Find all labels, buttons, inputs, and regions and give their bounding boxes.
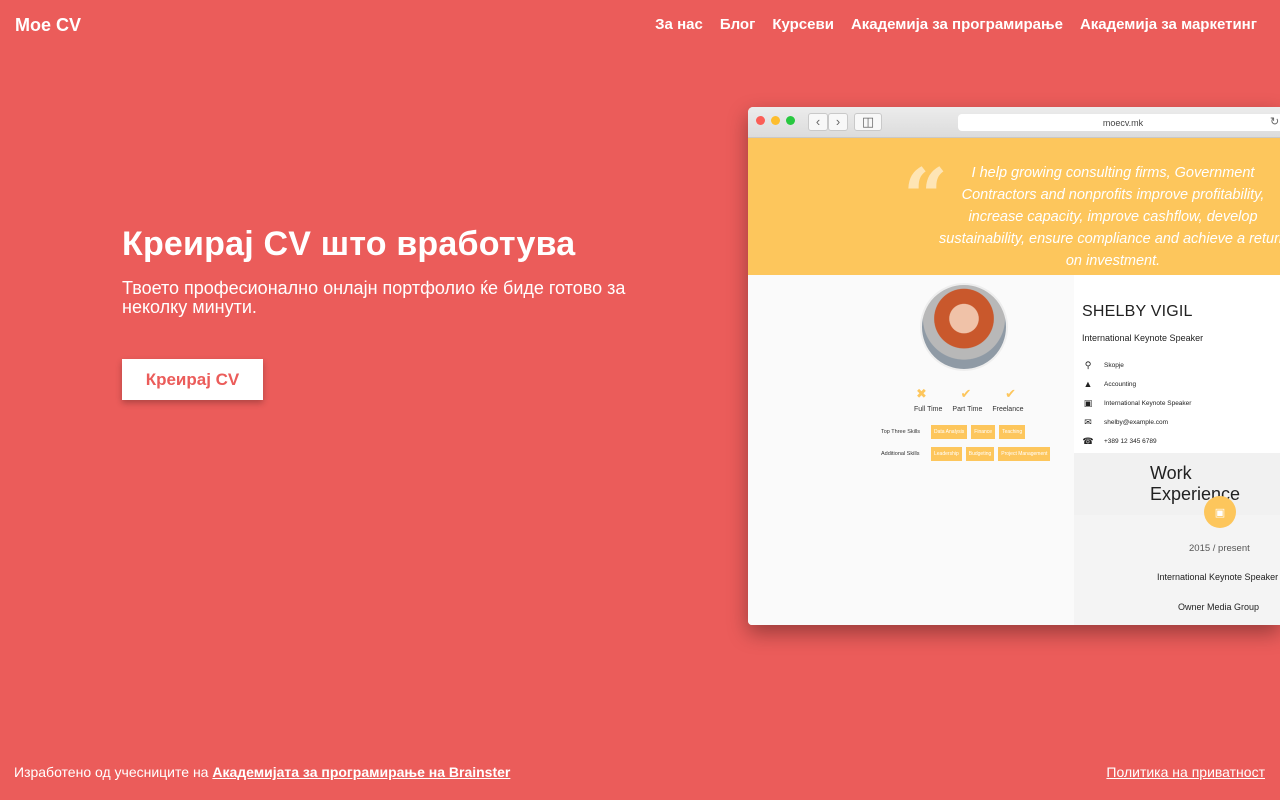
footer-credit-prefix: Изработено од учесниците на — [14, 764, 209, 780]
nav-link-blog[interactable]: Блог — [720, 16, 756, 33]
info-text: shelby@example.com — [1104, 419, 1169, 426]
info-text: Accounting — [1104, 380, 1137, 388]
work-type-label: Part Time — [952, 406, 983, 413]
info-text: Skopje — [1104, 362, 1124, 369]
quote-banner: “ I help growing consulting firms, Gover… — [748, 138, 1280, 275]
details-column: SHELBY VIGIL International Keynote Speak… — [1074, 275, 1280, 625]
top-skills-label: Top Three Skills — [881, 429, 921, 435]
footer-brainster-link[interactable]: Академијата за програмирање на Brainster — [212, 764, 510, 780]
check-icon: ✔ — [1005, 386, 1016, 401]
hero-title: Креирај CV што вработува — [122, 225, 576, 263]
graduation-cap-icon: ▲ — [1083, 379, 1093, 389]
close-dot-icon — [756, 116, 765, 125]
additional-skills-row: Additional Skills Leadership Budgeting P… — [881, 447, 1051, 461]
work-type-icons: ✖ ✔ ✔ — [916, 386, 1016, 402]
envelope-icon: ✉ — [1084, 417, 1092, 427]
info-text: International Keynote Speaker — [1104, 400, 1192, 407]
browser-mockup: ‹ › ◫ moecv.mk ↻ “ I help growing consul… — [748, 107, 1280, 625]
work-type-label: Freelance — [992, 406, 1024, 413]
forward-arrow-icon: › — [828, 113, 848, 131]
privacy-policy-link[interactable]: Политика на приватност — [1106, 764, 1265, 780]
info-row-location: ⚲ Skopje — [1082, 360, 1124, 371]
skill-tag: Budgeting — [965, 447, 995, 461]
work-organization: Owner Media Group — [1178, 602, 1260, 612]
info-row-phone: ☎ +389 12 345 6789 — [1082, 436, 1157, 447]
person-title: International Keynote Speaker — [1082, 333, 1204, 343]
reload-icon: ↻ — [1270, 116, 1280, 128]
sidebar-icon: ◫ — [854, 113, 882, 131]
footer-credit: Изработено од учесниците на Академијата … — [14, 764, 510, 780]
phone-icon: ☎ — [1082, 436, 1094, 446]
maximize-dot-icon — [786, 116, 795, 125]
hero-section: Креирај CV што вработува Твоето професио… — [122, 223, 642, 317]
info-row-email: ✉ shelby@example.com — [1082, 417, 1168, 428]
nav-link-marketing-academy[interactable]: Академија за маркетинг — [1080, 16, 1257, 33]
avatar — [920, 283, 1008, 371]
url-bar: moecv.mk — [958, 114, 1280, 131]
cross-icon: ✖ — [916, 386, 927, 401]
info-row-education: ▲ Accounting — [1082, 379, 1137, 389]
person-name: SHELBY VIGIL — [1082, 303, 1193, 320]
skill-tag: Finance — [971, 425, 996, 439]
work-date: 2015 / present — [1189, 543, 1250, 554]
skill-tag: Project Management — [998, 447, 1051, 461]
minimize-dot-icon — [771, 116, 780, 125]
work-type-label: Full Time — [914, 406, 943, 413]
profile-column: ✖ ✔ ✔ Full Time Part Time Freelance Top … — [748, 275, 1073, 625]
briefcase-icon: ▣ — [1204, 496, 1236, 528]
url-text: moecv.mk — [1102, 117, 1144, 128]
back-arrow-icon: ‹ — [808, 113, 828, 131]
contact-card: SHELBY VIGIL International Keynote Speak… — [1074, 275, 1280, 453]
nav-link-about[interactable]: За нас — [655, 16, 703, 33]
check-icon: ✔ — [960, 386, 972, 401]
hero-subtitle: Твоето професионално онлајн портфолио ќе… — [122, 278, 626, 317]
main-nav: За нас Блог Курсеви Академија за програм… — [655, 16, 1257, 33]
nav-link-courses[interactable]: Курсеви — [772, 16, 834, 33]
create-cv-button[interactable]: Креирај CV — [122, 359, 263, 400]
nav-link-programming-academy[interactable]: Академија за програмирање — [851, 16, 1063, 33]
skill-tag: Teaching — [999, 425, 1026, 439]
info-text: +389 12 345 6789 — [1104, 438, 1157, 445]
quote-text: I help growing consulting firms, Governm… — [939, 165, 1280, 269]
top-skills-row: Top Three Skills Data Analysis Finance T… — [881, 425, 1026, 439]
location-icon: ⚲ — [1084, 360, 1092, 370]
top-navbar: Moe CV За нас Блог Курсеви Академија за … — [0, 0, 1280, 50]
skill-tag: Data Analysis — [931, 425, 968, 439]
work-types: Full Time Part Time Freelance — [914, 406, 1024, 413]
work-role: International Keynote Speaker — [1157, 572, 1279, 582]
skill-tag: Leadership — [931, 447, 962, 461]
browser-toolbar: ‹ › ◫ moecv.mk ↻ — [748, 107, 1280, 138]
briefcase-icon: ▣ — [1083, 398, 1093, 408]
additional-skills-label: Additional Skills — [881, 451, 920, 457]
brand-logo[interactable]: Moe CV — [15, 15, 81, 36]
info-row-job: ▣ International Keynote Speaker — [1082, 398, 1192, 409]
